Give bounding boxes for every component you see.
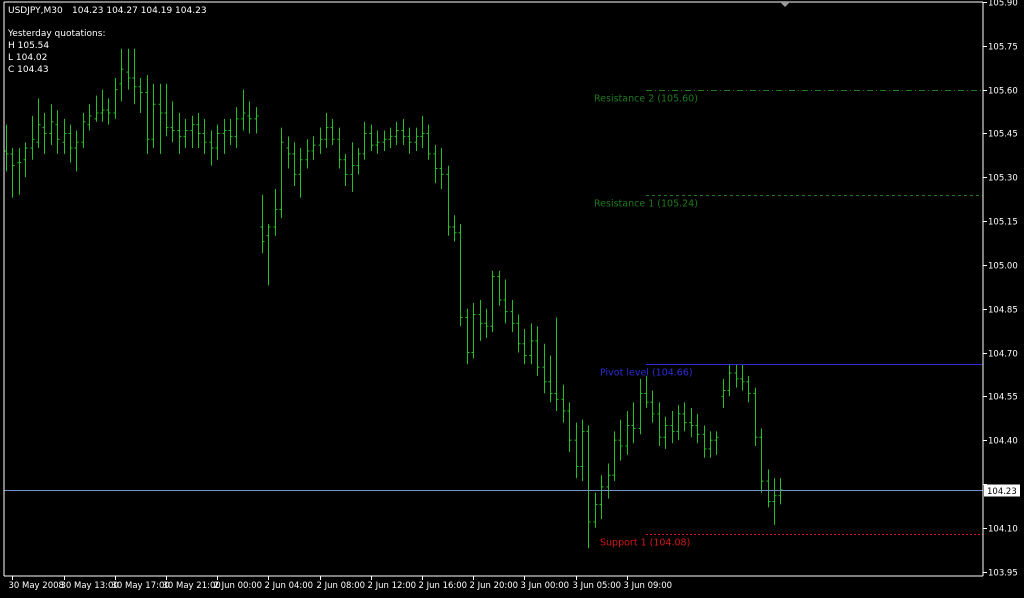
x-tick-label: 2 Jun 04:00 [265,581,314,591]
y-tick-label: 105.90 [988,0,1018,9]
yesterday-title: Yesterday quotations: [7,29,105,39]
y-tick-label: 105.15 [988,218,1018,228]
x-tick-label: 2 Jun 16:00 [419,581,468,591]
y-tick-label: 105.00 [988,262,1018,272]
ohlc-readout: 104.23 104.27 104.19 104.23 [72,6,207,16]
x-tick-label: 30 May 17:00 [112,581,170,591]
x-tick-label: 3 Jun 05:00 [573,581,622,591]
x-tick-label: 3 Jun 09:00 [624,581,673,591]
symbol-label: USDJPY,M30 [8,6,63,16]
y-tick-label: 105.45 [988,130,1018,140]
y-tick-label: 104.55 [988,393,1018,403]
level-label-resistance-1: Resistance 1 (105.24) [594,199,698,210]
yesterday-close: C 104.43 [8,65,49,75]
x-tick-label: 30 May 13:00 [61,581,119,591]
y-tick-label: 104.10 [988,525,1018,535]
yesterday-high: H 105.54 [8,41,49,51]
current-price-label: 104.23 [987,487,1017,497]
x-tick-label: 2 Jun 08:00 [317,581,366,591]
x-tick-label: 30 May 2008 [9,581,64,591]
y-tick-label: 104.40 [988,437,1018,447]
chart: Resistance 2 (105.60) Resistance 1 (105.2… [0,0,1024,594]
chart-svg: Resistance 2 (105.60) Resistance 1 (105.2… [0,0,1024,594]
x-tick-label: 3 Jun 00:00 [521,581,570,591]
y-tick-label: 105.30 [988,174,1018,184]
yesterday-low: L 104.02 [8,53,47,63]
y-tick-label: 105.60 [988,87,1018,97]
x-tick-label: 2 Jun 12:00 [368,581,417,591]
y-tick-label: 105.75 [988,43,1018,53]
x-tick-label: 2 Jun 00:00 [214,581,263,591]
y-tick-label: 104.70 [988,350,1018,360]
level-label-resistance-2: Resistance 2 (105.60) [594,94,698,105]
x-tick-label: 2 Jun 20:00 [470,581,519,591]
y-tick-label: 103.95 [988,569,1018,579]
y-tick-label: 104.85 [988,306,1018,316]
level-label-pivot-level: Pivot level (104.66) [600,368,693,379]
level-label-support-1: Support 1 (104.08) [600,538,690,549]
x-tick-label: 30 May 21:00 [163,581,221,591]
